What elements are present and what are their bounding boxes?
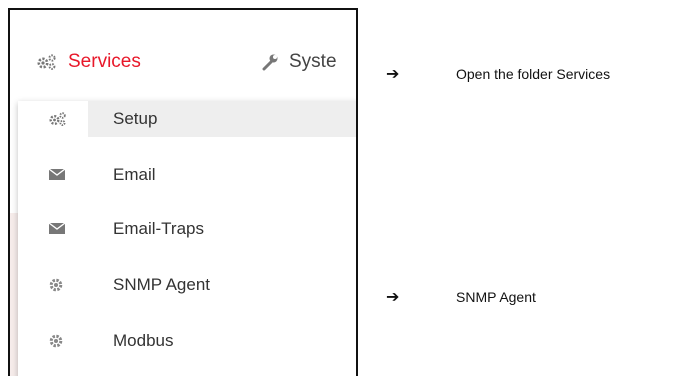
annotation-arrow: ➔: [386, 64, 400, 83]
menu-item-label: Email: [113, 165, 156, 184]
screenshot-frame: Services Syste Setup Email Email-Traps S…: [8, 8, 358, 376]
menu-item-snmp-agent[interactable]: SNMP Agent: [18, 267, 356, 303]
menu-item-modbus[interactable]: Modbus: [18, 323, 356, 359]
top-navigation: Services Syste: [10, 10, 356, 105]
menu-item-label: SNMP Agent: [113, 275, 211, 294]
menu-item-label: Modbus: [113, 331, 174, 350]
menu-item-setup[interactable]: Setup: [49, 101, 356, 137]
nav-system[interactable]: Syste: [261, 50, 337, 74]
services-dropdown-menu: Setup Email Email-Traps SNMP Agent Modbu…: [18, 101, 356, 376]
gear-icon: [48, 277, 66, 293]
wrench-icon: [261, 53, 279, 71]
annotation-text: Open the folder Services: [456, 66, 611, 82]
annotation-arrow: ➔: [386, 287, 400, 306]
nav-services[interactable]: Services: [36, 50, 141, 74]
annotation-text: SNMP Agent: [456, 289, 536, 305]
envelope-icon: [48, 221, 66, 237]
gears-icon: [48, 111, 66, 127]
menu-item-email[interactable]: Email: [18, 157, 356, 193]
envelope-icon: [48, 167, 66, 183]
gear-icon: [48, 333, 66, 349]
menu-item-email-traps[interactable]: Email-Traps: [18, 211, 356, 247]
gears-icon: [36, 53, 58, 71]
nav-system-label: Syste: [289, 51, 337, 72]
nav-services-label: Services: [68, 51, 141, 72]
menu-item-label: Email-Traps: [113, 219, 204, 238]
menu-item-label: Setup: [113, 109, 158, 128]
